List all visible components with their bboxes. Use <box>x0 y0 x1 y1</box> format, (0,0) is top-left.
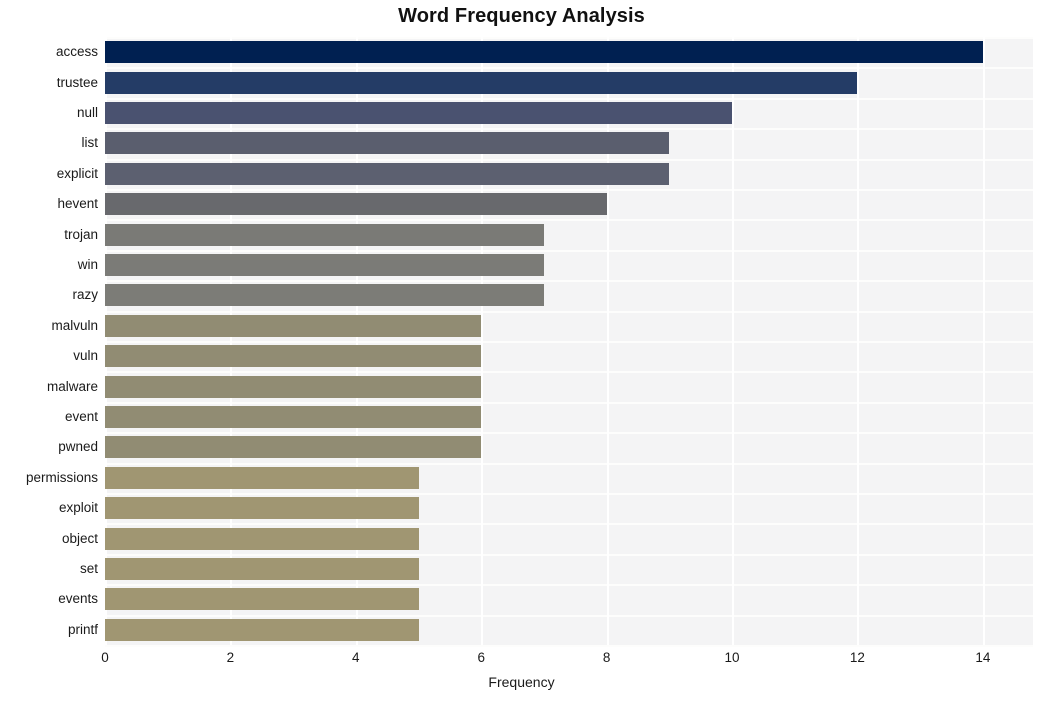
bar <box>105 132 670 155</box>
horizontal-gridline <box>105 67 1033 70</box>
y-axis-tick-label: malware <box>46 378 98 394</box>
bar <box>105 406 482 428</box>
y-axis-tick-label: set <box>79 561 98 576</box>
horizontal-gridline <box>105 493 1033 495</box>
page-title: Word Frequency Analysis <box>398 5 645 27</box>
y-axis-tick-label: permissions <box>25 469 98 485</box>
bar <box>105 193 607 216</box>
x-axis-tick-label: 12 <box>849 650 865 665</box>
bar <box>105 223 544 246</box>
vertical-gridline <box>355 37 358 645</box>
bar <box>105 618 419 641</box>
vertical-gridline <box>481 37 484 645</box>
x-axis-tick-label: 14 <box>975 650 991 665</box>
horizontal-gridline <box>105 645 1033 647</box>
x-axis-tick-label: 2 <box>226 650 235 665</box>
y-axis-tick-label: object <box>61 530 98 546</box>
bar <box>105 466 419 489</box>
horizontal-gridline <box>105 310 1033 313</box>
y-axis-tick-label: vuln <box>73 348 98 364</box>
horizontal-gridline <box>105 97 1033 100</box>
y-axis-tick-label: list <box>81 135 99 151</box>
vertical-gridline <box>105 37 107 645</box>
y-axis-tick-label: explicit <box>56 165 98 181</box>
bar <box>105 102 733 124</box>
bar <box>105 314 482 337</box>
bar <box>105 527 419 550</box>
horizontal-gridline <box>105 614 1033 617</box>
y-axis-labels: access trustee null list explicit hevent troja… <box>0 37 98 645</box>
x-axis-tick-label: 8 <box>602 650 611 665</box>
x-axis-tick-label: 4 <box>352 650 360 665</box>
y-axis-tick-label: access <box>55 44 98 60</box>
plot-area <box>105 37 1033 647</box>
y-axis-tick-label: event <box>64 409 98 424</box>
bar <box>105 588 419 611</box>
horizontal-gridline <box>105 219 1033 222</box>
bar <box>105 284 544 307</box>
vertical-gridline <box>230 37 233 645</box>
y-axis-tick-label: pwned <box>58 439 98 455</box>
horizontal-gridline <box>105 189 1033 191</box>
y-axis-tick-label: win <box>77 257 98 272</box>
x-axis-tick-label: 6 <box>477 650 485 665</box>
bar <box>105 558 419 580</box>
y-axis-tick-label: trojan <box>64 226 98 242</box>
bar <box>105 497 419 520</box>
x-axis-tick-label: 10 <box>724 650 740 665</box>
horizontal-gridline <box>105 128 1033 131</box>
bar <box>105 254 544 276</box>
y-axis-tick-label: hevent <box>57 196 98 212</box>
bar <box>105 71 858 94</box>
y-axis-tick-label: malvuln <box>51 317 98 333</box>
y-axis-tick-label: null <box>76 105 98 120</box>
bar <box>105 436 482 459</box>
y-axis-tick-label: events <box>58 591 98 607</box>
vertical-gridline <box>982 37 985 645</box>
x-axis-title: Frequency <box>488 674 555 690</box>
horizontal-gridline <box>105 432 1033 435</box>
bar <box>105 162 670 185</box>
horizontal-gridline <box>105 462 1033 465</box>
horizontal-gridline <box>105 371 1033 374</box>
bar <box>105 41 983 64</box>
vertical-gridline <box>857 37 860 645</box>
y-axis-tick-label: trustee <box>56 74 98 90</box>
bar <box>105 345 482 368</box>
horizontal-gridline <box>105 158 1033 161</box>
y-axis-tick-label: printf <box>67 621 98 637</box>
x-axis-tick-labels: 0 2 4 6 8 10 12 14 <box>0 650 1043 672</box>
horizontal-gridline <box>105 249 1033 252</box>
horizontal-gridline <box>105 553 1033 556</box>
x-axis-tick-label: 0 <box>101 650 109 665</box>
chart-figure: Word Frequency Analysis access trustee nul… <box>0 0 1043 701</box>
y-axis-tick-label: exploit <box>58 500 98 516</box>
horizontal-gridline <box>105 523 1033 526</box>
vertical-gridline <box>732 37 735 645</box>
bar <box>105 375 482 398</box>
y-axis-tick-label: razy <box>72 287 98 303</box>
horizontal-gridline <box>105 584 1033 587</box>
horizontal-gridline <box>105 37 1033 39</box>
horizontal-gridline <box>105 401 1033 404</box>
horizontal-gridline <box>105 280 1033 283</box>
horizontal-gridline <box>105 341 1033 343</box>
vertical-gridline <box>606 37 609 645</box>
